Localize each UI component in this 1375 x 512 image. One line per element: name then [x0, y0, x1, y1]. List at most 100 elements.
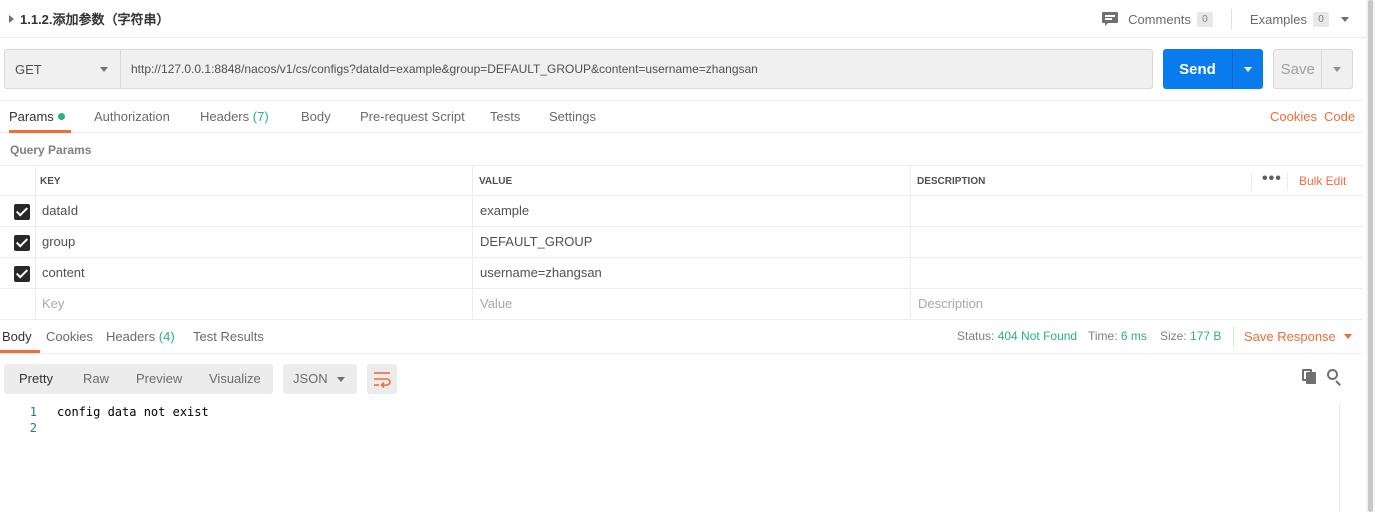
time-readout: Time: 6 ms	[1088, 321, 1147, 353]
request-title[interactable]: 1.1.2.添加参数（字符串）	[20, 9, 170, 28]
save-options-button[interactable]	[1322, 66, 1352, 72]
line-number: 2	[29, 421, 37, 435]
format-value: JSON	[293, 371, 328, 386]
new-description-input[interactable]: Description	[918, 289, 983, 320]
new-value-input[interactable]: Value	[480, 289, 512, 320]
chevron-down-icon	[1343, 334, 1352, 339]
tab-params-label: Params	[9, 109, 54, 124]
param-checkbox[interactable]	[14, 204, 30, 220]
comments-count-badge: 0	[1196, 11, 1213, 27]
method-value: GET	[15, 61, 42, 77]
param-key[interactable]: group	[42, 227, 75, 258]
time-label: Time:	[1088, 329, 1118, 343]
save-button[interactable]: Save	[1273, 49, 1353, 89]
size-label: Size:	[1160, 329, 1187, 343]
param-value[interactable]: DEFAULT_GROUP	[480, 227, 592, 258]
table-row: group DEFAULT_GROUP	[0, 227, 1363, 258]
save-response-button[interactable]: Save Response	[1244, 321, 1352, 353]
send-label[interactable]: Send	[1163, 61, 1232, 78]
tab-headers[interactable]: Headers (7)	[200, 101, 269, 133]
view-pretty-button[interactable]: Pretty	[19, 364, 53, 394]
send-button[interactable]: Send	[1163, 49, 1263, 89]
tab-authorization[interactable]: Authorization	[94, 101, 170, 133]
method-select[interactable]: GET	[4, 49, 120, 89]
chevron-down-icon	[1333, 66, 1342, 72]
view-preview-button[interactable]: Preview	[136, 364, 182, 394]
query-params-label: Query Params	[10, 143, 92, 157]
table-header-row: KEY VALUE DESCRIPTION ••• Bulk Edit	[0, 165, 1363, 197]
tab-settings[interactable]: Settings	[549, 101, 596, 133]
table-row: content username=zhangsan	[0, 258, 1363, 289]
code-line: 2	[0, 420, 1338, 436]
table-row: dataId example	[0, 196, 1363, 227]
code-line: 1 config data not exist	[0, 404, 1338, 420]
tab-response-cookies[interactable]: Cookies	[46, 321, 93, 353]
more-options-icon[interactable]: •••	[1262, 166, 1282, 197]
comment-icon[interactable]	[1102, 12, 1119, 26]
caret-right-icon[interactable]	[9, 14, 14, 23]
tab-headers-label: Headers	[200, 109, 250, 124]
view-visualize-button[interactable]: Visualize	[209, 364, 261, 394]
status-value[interactable]: 404 Not Found	[998, 329, 1077, 343]
tab-test-results[interactable]: Test Results	[193, 321, 264, 353]
column-header-value: VALUE	[479, 176, 513, 187]
send-options-button[interactable]	[1233, 66, 1263, 72]
tab-response-body[interactable]: Body	[0, 321, 40, 353]
examples-count-badge: 0	[1313, 11, 1329, 27]
request-tabs: Params Authorization Headers (7) Body Pr…	[0, 100, 1362, 133]
line-number: 1	[29, 405, 37, 419]
url-bar: GET http://127.0.0.1:8848/nacos/v1/cs/co…	[4, 49, 1354, 89]
tab-pre-request-script[interactable]: Pre-request Script	[360, 101, 465, 133]
chevron-down-icon[interactable]	[1341, 16, 1349, 22]
tab-response-headers-label: Headers	[106, 329, 156, 344]
response-body-editor[interactable]: 1 config data not exist 2	[0, 404, 1338, 436]
bulk-edit-button[interactable]: Bulk Edit	[1299, 166, 1346, 197]
search-icon[interactable]	[1327, 369, 1343, 386]
scrollbar-thumb[interactable]	[1368, 0, 1373, 512]
table-row-new: Key Value Description	[0, 289, 1363, 320]
tab-tests[interactable]: Tests	[490, 101, 520, 133]
chevron-down-icon	[100, 67, 108, 72]
line-text: config data not exist	[57, 405, 209, 419]
format-select[interactable]: JSON	[283, 364, 357, 394]
examples-button[interactable]: Examples	[1250, 12, 1307, 27]
save-label[interactable]: Save	[1274, 61, 1321, 78]
code-link[interactable]: Code	[1324, 101, 1355, 133]
response-tabs: Body Cookies Headers (4) Test Results St…	[0, 321, 1362, 354]
view-raw-button[interactable]: Raw	[83, 364, 109, 394]
param-checkbox[interactable]	[14, 266, 30, 282]
chevron-down-icon	[1244, 66, 1252, 72]
param-key[interactable]: dataId	[42, 196, 78, 227]
param-value[interactable]: example	[480, 196, 529, 227]
title-divider	[1230, 9, 1232, 29]
tab-headers-count: (7)	[252, 109, 269, 124]
title-actions: Comments 0 Examples 0	[1102, 0, 1349, 38]
status-readout: Status: 404 Not Found	[957, 321, 1077, 353]
tab-params[interactable]: Params	[9, 101, 71, 133]
status-label: Status:	[957, 329, 995, 343]
editor-scrollbar[interactable]	[1339, 404, 1353, 512]
new-key-input[interactable]: Key	[42, 289, 64, 320]
wrap-lines-icon	[374, 372, 391, 389]
query-params-table: KEY VALUE DESCRIPTION ••• Bulk Edit data…	[0, 165, 1363, 320]
chevron-down-icon	[337, 377, 345, 382]
url-input[interactable]: http://127.0.0.1:8848/nacos/v1/cs/config…	[120, 49, 1153, 89]
cookies-link[interactable]: Cookies	[1270, 101, 1317, 133]
view-mode-group: Pretty Raw Preview Visualize	[4, 364, 273, 394]
save-response-label: Save Response	[1244, 329, 1336, 344]
param-checkbox[interactable]	[14, 235, 30, 251]
column-header-key: KEY	[40, 176, 61, 187]
wrap-lines-button[interactable]	[367, 364, 397, 394]
copy-icon[interactable]	[1302, 369, 1316, 384]
tab-response-headers[interactable]: Headers (4)	[106, 321, 175, 353]
comments-button[interactable]: Comments	[1128, 12, 1191, 27]
param-value[interactable]: username=zhangsan	[480, 258, 602, 289]
time-value[interactable]: 6 ms	[1121, 329, 1147, 343]
column-header-description: DESCRIPTION	[917, 176, 986, 187]
size-value[interactable]: 177 B	[1190, 329, 1221, 343]
tab-body[interactable]: Body	[301, 101, 331, 133]
params-active-dot	[57, 113, 65, 120]
param-key[interactable]: content	[42, 258, 85, 289]
size-readout: Size: 177 B	[1160, 321, 1221, 353]
window-scrollbar[interactable]	[1366, 0, 1375, 512]
